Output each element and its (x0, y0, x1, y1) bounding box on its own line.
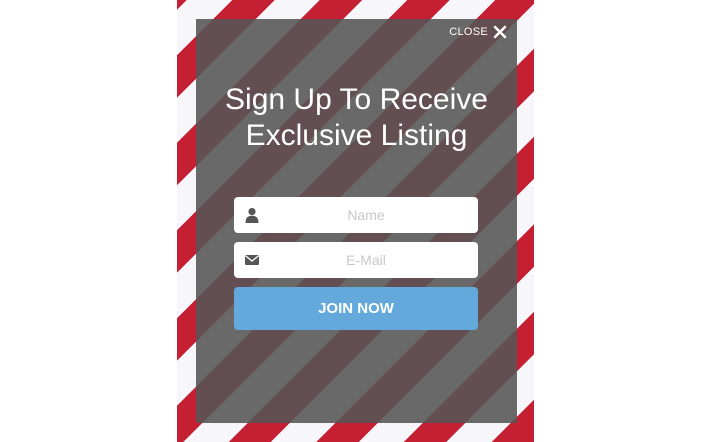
envelope-icon (245, 255, 259, 265)
email-field[interactable] (234, 242, 478, 278)
signup-popup: CLOSE Sign Up To Receive Exclusive Listi… (196, 19, 517, 423)
popup-title-line-2: Exclusive Listing (245, 119, 468, 152)
close-label: CLOSE (449, 26, 488, 38)
user-icon (245, 208, 259, 223)
name-field[interactable] (234, 197, 478, 233)
email-input[interactable] (266, 242, 466, 278)
popup-title-line-1: Sign Up To Receive (225, 83, 488, 116)
join-now-button[interactable]: JOIN NOW (234, 287, 478, 330)
name-input[interactable] (266, 197, 466, 233)
close-icon (493, 25, 507, 39)
close-button[interactable]: CLOSE (449, 25, 507, 39)
popup-title: Sign Up To Receive Exclusive Listing (196, 82, 517, 154)
